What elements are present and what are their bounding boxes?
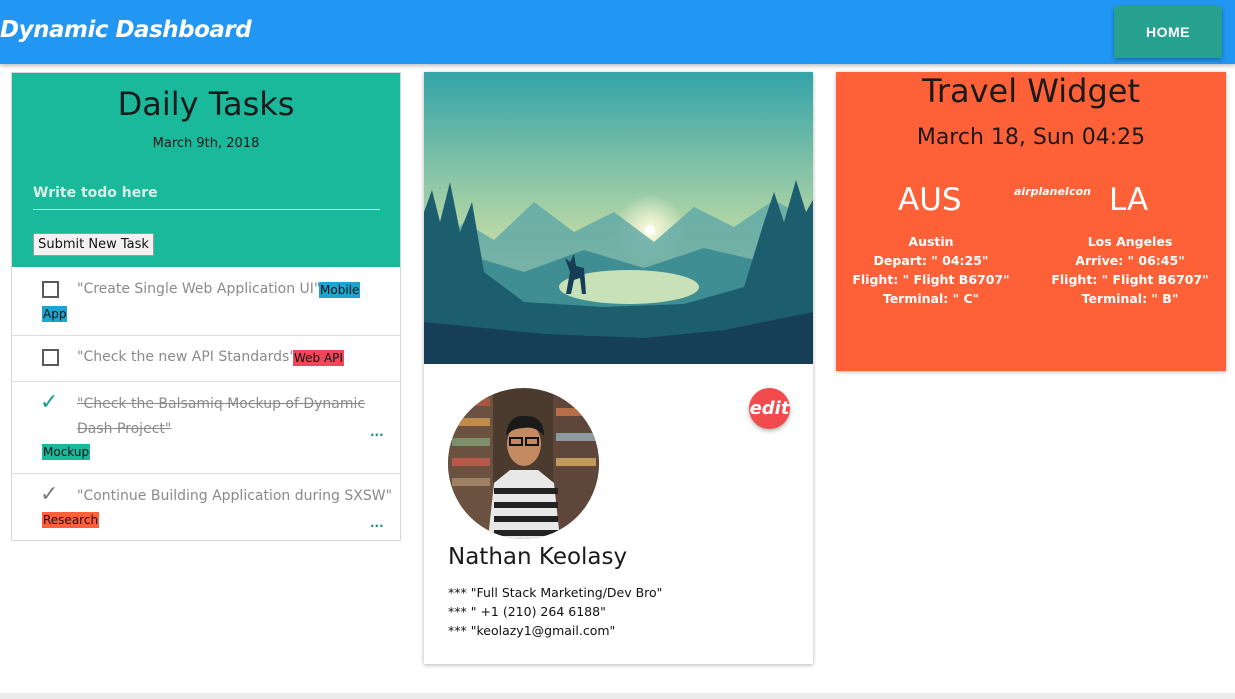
- profile-phone: *** " +1 (210) 264 6188": [448, 604, 606, 619]
- home-button[interactable]: HOME: [1114, 6, 1222, 58]
- destination-city: Los Angeles: [1087, 234, 1173, 249]
- travel-widget-card: Travel Widget March 18, Sun 04:25 AUS ai…: [836, 72, 1226, 371]
- destination-details: Los Angeles Arrive: " 06:45" Flight: " F…: [1040, 232, 1220, 308]
- app-title: Dynamic Dashboard: [0, 17, 252, 43]
- profile-name: Nathan Keolasy: [448, 544, 628, 570]
- empty-checkbox-icon[interactable]: [42, 281, 59, 298]
- task-text: "Check the new API Standards"...: [77, 349, 310, 365]
- task-item: ✓ "Continue Building Application during …: [12, 474, 400, 540]
- origin-flight: Flight: " Flight B6707": [852, 272, 1010, 287]
- avatar: [448, 388, 599, 539]
- profile-role: *** "Full Stack Marketing/Dev Bro": [448, 585, 663, 600]
- profile-email: *** "keolazy1@gmail.com": [448, 623, 616, 638]
- edit-button[interactable]: edit: [749, 388, 790, 429]
- checkmark-icon[interactable]: ✓: [40, 390, 58, 415]
- task-tag: Mockup: [42, 444, 91, 460]
- task-more-button[interactable]: ...: [370, 516, 384, 530]
- task-tag-continued: App: [42, 306, 68, 322]
- task-item: ✓ "Check the Balsamiq Mockup of Dynamic …: [12, 382, 400, 474]
- airplane-icon: airplaneIcon: [1014, 185, 1091, 198]
- arrive-time: Arrive: " 06:45": [1075, 253, 1185, 268]
- depart-time: Depart: " 04:25": [873, 253, 989, 268]
- task-tag: Mobile: [319, 282, 361, 298]
- todo-input[interactable]: [33, 176, 380, 210]
- travel-date: March 18, Sun 04:25: [916, 125, 1146, 150]
- checkmark-icon[interactable]: ✓: [40, 482, 58, 507]
- origin-terminal: Terminal: " C": [882, 291, 980, 306]
- origin-city: Austin: [908, 234, 954, 249]
- task-item: "Create Single Web Application UI"... Mo…: [12, 267, 400, 336]
- task-tag: Web API: [293, 350, 344, 366]
- daily-tasks-card: Daily Tasks March 9th, 2018 Submit New T…: [11, 72, 401, 541]
- travel-widget-title: Travel Widget: [922, 72, 1140, 110]
- daily-tasks-title: Daily Tasks: [117, 85, 295, 123]
- task-text: "Create Single Web Application UI"...: [77, 281, 334, 297]
- daily-tasks-header: Daily Tasks March 9th, 2018 Submit New T…: [12, 73, 400, 267]
- submit-task-button[interactable]: Submit New Task: [33, 233, 154, 256]
- daily-tasks-date: March 9th, 2018: [152, 136, 260, 151]
- task-item: "Check the new API Standards"... Web API: [12, 336, 400, 382]
- task-text-line2: Dash Project": [77, 421, 172, 437]
- app-bar: Dynamic Dashboard HOME: [0, 0, 1235, 64]
- origin-code: AUS: [898, 182, 962, 218]
- destination-terminal: Terminal: " B": [1081, 291, 1179, 306]
- profile-card: edit Nathan Keolasy *** "Full Stack Mark…: [424, 72, 813, 664]
- task-tag: Research: [42, 512, 100, 528]
- destination-code: LA: [1109, 182, 1149, 218]
- landscape-image: [424, 72, 813, 364]
- empty-checkbox-icon[interactable]: [42, 349, 59, 366]
- page-footer-edge: [0, 693, 1235, 699]
- task-text: "Continue Building Application during SX…: [77, 488, 393, 504]
- task-text: "Check the Balsamiq Mockup of Dynamic: [77, 396, 366, 412]
- task-more-button[interactable]: ...: [370, 425, 384, 439]
- destination-flight: Flight: " Flight B6707": [1051, 272, 1209, 287]
- origin-details: Austin Depart: " 04:25" Flight: " Flight…: [841, 232, 1021, 308]
